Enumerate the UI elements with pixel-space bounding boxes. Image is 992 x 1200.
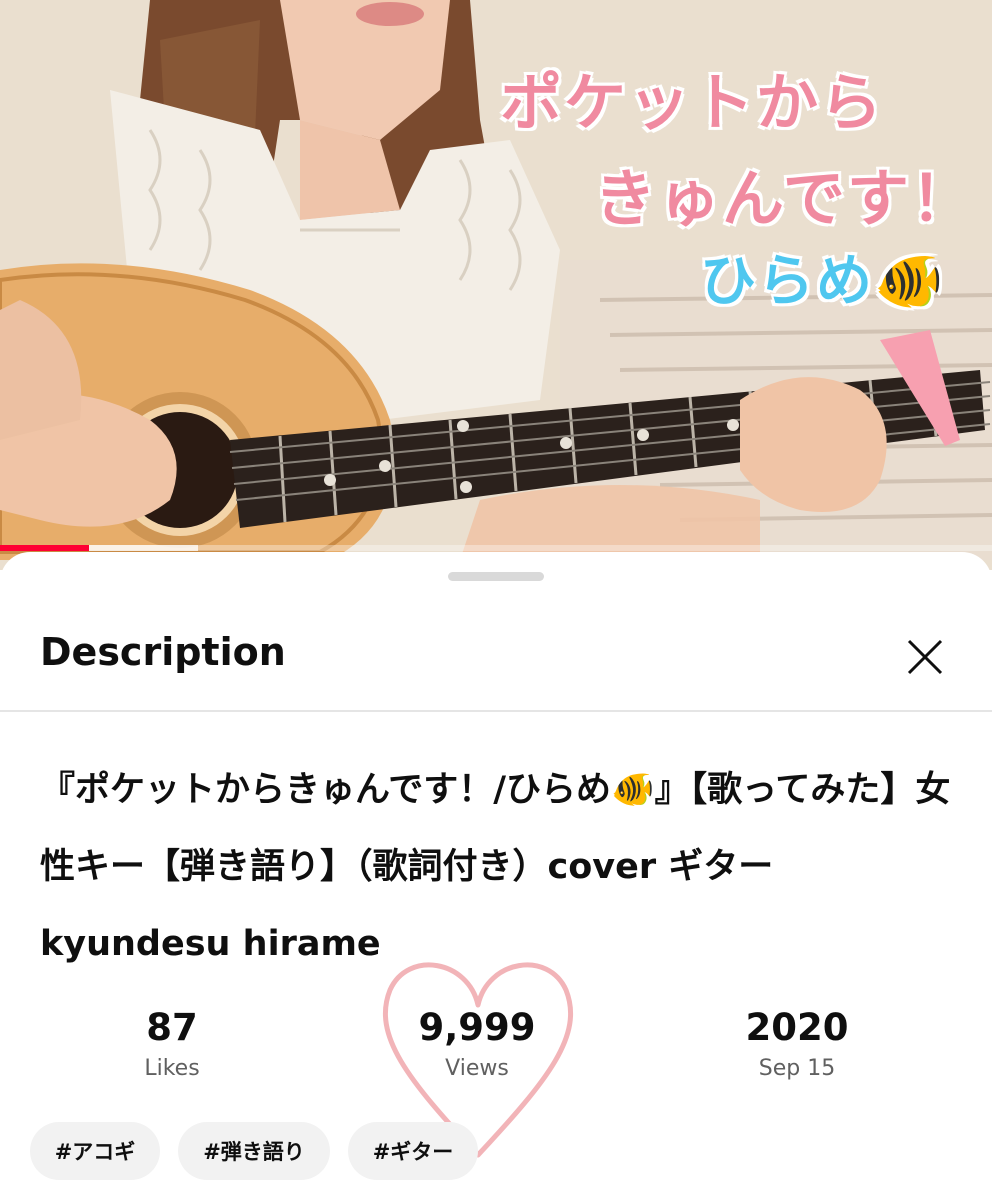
progress-played	[0, 545, 89, 551]
close-button[interactable]	[898, 630, 952, 684]
overlay-title-line2: きゅんです！	[594, 162, 975, 235]
hashtag-chip[interactable]: #ギター	[348, 1122, 478, 1180]
hashtag-chip[interactable]: #アコギ	[30, 1122, 160, 1180]
likes-stat: 87 Likes	[52, 1004, 292, 1086]
close-icon	[907, 639, 943, 675]
views-label: Views	[445, 1056, 509, 1081]
views-value: 9,999	[418, 1006, 536, 1049]
overlay-artist: ひらめ🐠	[700, 249, 946, 314]
views-stat: 9,999 Views	[357, 1004, 597, 1086]
likes-value: 87	[146, 1006, 198, 1049]
overlay-title-line1: ポケットから	[500, 66, 885, 139]
stats-row: 87 Likes 9,999 Views 2020 Sep 15	[0, 1004, 992, 1104]
sheet-title: Description	[40, 630, 286, 674]
drag-handle[interactable]	[448, 572, 544, 581]
video-progress-bar[interactable]	[0, 545, 992, 551]
year-value: 2020	[745, 1006, 849, 1049]
video-player[interactable]: ポケットから きゅんです！ ひらめ🐠	[0, 0, 992, 570]
likes-label: Likes	[144, 1056, 200, 1081]
sheet-header: Description	[0, 612, 992, 712]
screen: ポケットから きゅんです！ ひらめ🐠 Description 『ポケットからきゅ…	[0, 0, 992, 1200]
date-stat: 2020 Sep 15	[677, 1004, 917, 1086]
video-title: 『ポケットからきゅんです！/ひらめ🐠』【歌ってみた】女性キー【弾き語り】（歌詞付…	[40, 770, 951, 964]
hashtag-chip[interactable]: #弾き語り	[178, 1122, 330, 1180]
date-label: Sep 15	[758, 1056, 836, 1081]
description-sheet: Description 『ポケットからきゅんです！/ひらめ🐠』【歌ってみた】女性…	[0, 552, 992, 1200]
